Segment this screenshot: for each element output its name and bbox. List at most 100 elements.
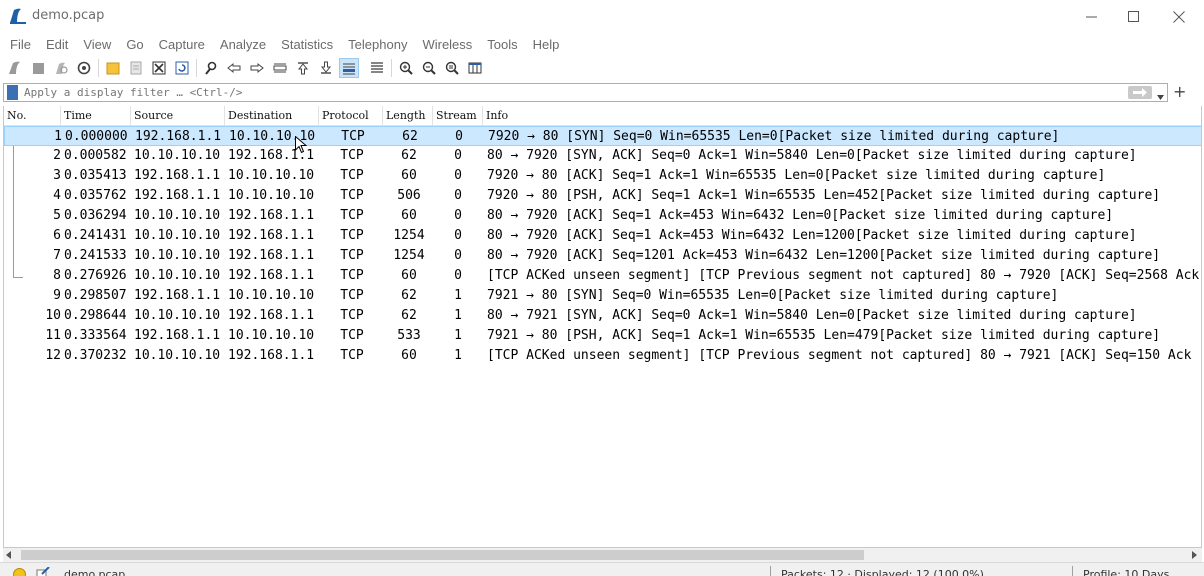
table-row[interactable]: 11 0.333564 192.168.1.1 10.10.10.10 TCP …: [4, 326, 1201, 346]
cell-no: 4: [53, 188, 61, 203]
display-filter-input[interactable]: [24, 85, 1124, 100]
last-packet-button[interactable]: [316, 58, 336, 78]
menu-wireless[interactable]: Wireless: [422, 37, 472, 52]
main-toolbar: [0, 56, 1204, 80]
normal-size-button[interactable]: [442, 58, 462, 78]
menu-telephony[interactable]: Telephony: [348, 37, 407, 52]
column-header-info[interactable]: Info: [483, 106, 1201, 126]
cell-info: 80 → 7920 [ACK] Seq=1201 Ack=453 Win=643…: [487, 248, 1161, 263]
horizontal-scrollbar[interactable]: [3, 548, 1202, 562]
bookmark-icon[interactable]: [7, 85, 18, 100]
column-header-source[interactable]: Source: [131, 106, 225, 126]
add-filter-button[interactable]: +: [1173, 84, 1186, 100]
expert-info-icon[interactable]: [13, 568, 26, 576]
chevron-down-icon: [1157, 95, 1164, 100]
cell-no: 2: [53, 148, 61, 163]
table-row[interactable]: 3 0.035413 192.168.1.1 10.10.10.10 TCP 6…: [4, 166, 1201, 186]
menu-tools[interactable]: Tools: [487, 37, 517, 52]
search-icon: [205, 61, 217, 75]
maximize-button[interactable]: [1110, 0, 1156, 33]
apply-filter-button[interactable]: [1128, 86, 1152, 99]
status-profile[interactable]: Profile: 10 Days: [1083, 568, 1169, 576]
back-arrow-icon: [227, 62, 241, 74]
cell-no: 6: [53, 228, 61, 243]
save-file-button[interactable]: [126, 58, 146, 78]
close-button[interactable]: [1156, 0, 1202, 33]
table-row[interactable]: 8 0.276926 10.10.10.10 192.168.1.1 TCP 6…: [4, 266, 1201, 286]
restart-capture-button[interactable]: [51, 58, 71, 78]
stop-capture-button[interactable]: [28, 58, 48, 78]
column-header-length[interactable]: Length: [383, 106, 433, 126]
edit-comment-icon[interactable]: [36, 567, 50, 576]
cell-destination: 192.168.1.1: [228, 228, 315, 243]
table-row[interactable]: 12 0.370232 10.10.10.10 192.168.1.1 TCP …: [4, 346, 1201, 366]
cell-time: 0.241431: [64, 228, 127, 243]
find-packet-button[interactable]: [201, 58, 221, 78]
column-header-no[interactable]: No.: [4, 106, 61, 126]
scroll-right-icon[interactable]: [1190, 551, 1198, 559]
cell-destination: 192.168.1.1: [228, 208, 315, 223]
reload-file-button[interactable]: [172, 58, 192, 78]
resize-columns-icon: [468, 62, 482, 74]
last-packet-icon: [320, 61, 332, 74]
table-row[interactable]: 1 0.000000 192.168.1.1 10.10.10.10 TCP 6…: [4, 126, 1201, 146]
zoom-in-button[interactable]: [396, 58, 416, 78]
cell-destination: 192.168.1.1: [228, 308, 315, 323]
cell-source: 10.10.10.10: [134, 308, 221, 323]
cell-source: 10.10.10.10: [134, 228, 221, 243]
cell-protocol: TCP: [340, 188, 364, 203]
table-row[interactable]: 4 0.035762 192.168.1.1 10.10.10.10 TCP 5…: [4, 186, 1201, 206]
cell-destination: 192.168.1.1: [228, 348, 315, 363]
cell-protocol: TCP: [340, 288, 364, 303]
table-row[interactable]: 7 0.241533 10.10.10.10 192.168.1.1 TCP 1…: [4, 246, 1201, 266]
go-back-button[interactable]: [224, 58, 244, 78]
column-header-destination[interactable]: Destination: [225, 106, 319, 126]
table-row[interactable]: 6 0.241431 10.10.10.10 192.168.1.1 TCP 1…: [4, 226, 1201, 246]
autoscroll-button[interactable]: [339, 58, 359, 78]
menu-file[interactable]: File: [10, 37, 31, 52]
scrollbar-thumb[interactable]: [21, 550, 864, 560]
cell-source: 10.10.10.10: [134, 268, 221, 283]
cell-stream: 1: [454, 308, 462, 323]
cell-protocol: TCP: [340, 228, 364, 243]
cell-info: [TCP ACKed unseen segment] [TCP Previous…: [487, 268, 1200, 283]
table-row[interactable]: 9 0.298507 192.168.1.1 10.10.10.10 TCP 6…: [4, 286, 1201, 306]
file-icon: [130, 61, 142, 75]
resize-columns-button[interactable]: [465, 58, 485, 78]
first-packet-button[interactable]: [293, 58, 313, 78]
menu-go[interactable]: Go: [126, 37, 143, 52]
zoom-out-button[interactable]: [419, 58, 439, 78]
table-row[interactable]: 10 0.298644 10.10.10.10 192.168.1.1 TCP …: [4, 306, 1201, 326]
scroll-left-icon[interactable]: [5, 551, 13, 559]
menu-view[interactable]: View: [83, 37, 111, 52]
capture-options-button[interactable]: [74, 58, 94, 78]
filter-history-dropdown[interactable]: [1156, 87, 1165, 106]
menu-statistics[interactable]: Statistics: [281, 37, 333, 52]
arrow-right-icon: [1133, 88, 1147, 97]
cell-time: 0.298644: [64, 308, 127, 323]
column-header-time[interactable]: Time: [61, 106, 131, 126]
cell-protocol: TCP: [340, 248, 364, 263]
menu-edit[interactable]: Edit: [46, 37, 68, 52]
cell-length: 533: [397, 328, 421, 343]
menu-capture[interactable]: Capture: [159, 37, 205, 52]
table-row[interactable]: 2 0.000582 10.10.10.10 192.168.1.1 TCP 6…: [4, 146, 1201, 166]
go-to-packet-button[interactable]: [270, 58, 290, 78]
open-file-button[interactable]: [103, 58, 123, 78]
cell-stream: 1: [454, 348, 462, 363]
menu-analyze[interactable]: Analyze: [220, 37, 266, 52]
column-header-protocol[interactable]: Protocol: [319, 106, 383, 126]
column-header-stream[interactable]: Stream: [433, 106, 483, 126]
table-row[interactable]: 5 0.036294 10.10.10.10 192.168.1.1 TCP 6…: [4, 206, 1201, 226]
start-capture-button[interactable]: [5, 58, 25, 78]
go-forward-button[interactable]: [247, 58, 267, 78]
reload-icon: [175, 61, 189, 75]
close-file-button[interactable]: [149, 58, 169, 78]
cell-time: 0.035413: [64, 168, 127, 183]
menu-help[interactable]: Help: [533, 37, 560, 52]
cell-length: 60: [401, 168, 417, 183]
cell-no: 8: [53, 268, 61, 283]
cell-destination: 192.168.1.1: [228, 268, 315, 283]
colorize-button[interactable]: [367, 58, 387, 78]
minimize-button[interactable]: [1068, 0, 1114, 33]
